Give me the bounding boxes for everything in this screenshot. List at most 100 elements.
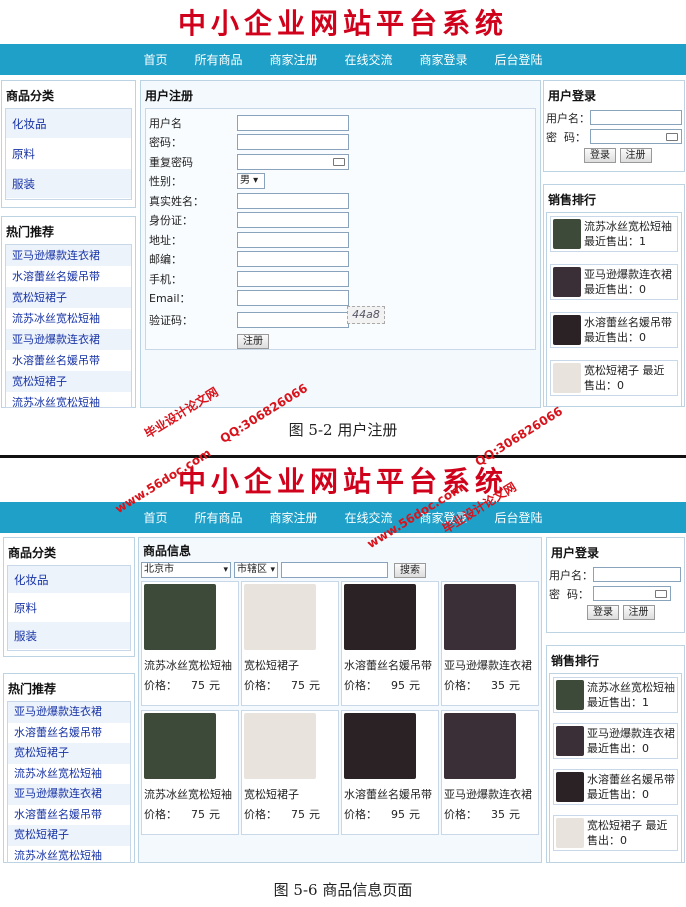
hot-item[interactable]: 水溶蕾丝名媛吊带 [8,723,130,744]
district-select[interactable]: 市辖区 [234,562,278,578]
hot-item[interactable]: 亚马逊爆款连衣裙 [6,329,131,350]
ranking-item[interactable]: 亚马逊爆款连衣裙 最近售出：0 [550,264,678,300]
ranking-item[interactable]: 宽松短裙子 最近售出：0 [553,815,678,851]
nav-merchant-login[interactable]: 商家登录 [420,51,468,68]
search-button[interactable]: 搜索 [394,562,426,578]
category-item[interactable]: 化妆品 [6,109,131,139]
login-password-input[interactable] [593,586,671,601]
hot-item[interactable]: 流苏冰丝宽松短袖 [6,392,131,407]
hot-item[interactable]: 水溶蕾丝名媛吊带 [6,350,131,371]
nav-admin-login[interactable]: 后台登陆 [495,51,543,68]
nav-all-goods[interactable]: 所有商品 [194,509,242,526]
search-bar: 北京市 市辖区 搜索 [139,562,541,581]
hot-item[interactable]: 流苏冰丝宽松短袖 [8,846,130,864]
hot-item[interactable]: 宽松短裙子 [8,825,130,846]
captcha-image[interactable]: 44a8 [347,306,385,324]
category-panel: 商品分类 化妆品 原料 服装 [1,80,136,208]
product-image[interactable] [244,713,316,779]
nav-all-goods[interactable]: 所有商品 [194,51,242,68]
goods-card[interactable]: 宽松短裙子 价格： 75 元 [241,581,339,706]
product-image[interactable] [444,584,516,650]
product-name[interactable]: 水溶蕾丝名媛吊带 [344,786,436,802]
password-input[interactable] [237,134,349,151]
login-register-button[interactable]: 注册 [619,148,652,163]
idcard-input[interactable] [237,212,349,229]
goods-card[interactable]: 亚马逊爆款连衣裙 价格： 35 元 [441,710,539,835]
product-name[interactable]: 流苏冰丝宽松短袖 [144,657,236,673]
nav-merchant-register[interactable]: 商家注册 [269,509,317,526]
product-name[interactable]: 宽松短裙子 [244,786,336,802]
hot-item[interactable]: 流苏冰丝宽松短袖 [8,764,130,785]
product-name[interactable]: 亚马逊爆款连衣裙 [444,657,536,673]
username-input[interactable] [237,114,349,131]
nav-home[interactable]: 首页 [143,51,167,68]
category-item[interactable]: 服装 [8,622,130,650]
nav-online-chat[interactable]: 在线交流 [345,509,393,526]
register-submit-button[interactable]: 注册 [237,333,269,349]
hot-item[interactable]: 亚马逊爆款连衣裙 [8,702,130,723]
product-image[interactable] [144,584,216,650]
ranking-item[interactable]: 宽松短裙子 最近售出：0 [550,360,678,396]
hot-panel: 热门推荐 亚马逊爆款连衣裙 水溶蕾丝名媛吊带 宽松短裙子 流苏冰丝宽松短袖 亚马… [1,216,136,408]
nav-merchant-register[interactable]: 商家注册 [269,51,317,68]
ranking-item[interactable]: 流苏冰丝宽松短袖 最近售出：1 [550,216,678,252]
login-button[interactable]: 登录 [584,148,616,163]
city-select[interactable]: 北京市 [141,562,231,578]
nav-admin-login[interactable]: 后台登陆 [495,509,543,526]
hot-item[interactable]: 亚马逊爆款连衣裙 [8,784,130,805]
ranking-item[interactable]: 水溶蕾丝名媛吊带 最近售出：0 [553,769,678,805]
login-username-input[interactable] [593,567,681,582]
keyboard-icon[interactable] [666,133,678,141]
ranking-item-sold: 最近售出：0 [587,742,649,755]
login-title: 用户登录 [551,546,600,560]
login-register-button[interactable]: 注册 [622,605,655,620]
category-item[interactable]: 原料 [6,139,131,169]
gender-select[interactable]: 男 ▾ [237,173,265,190]
login-password-input[interactable] [590,129,682,144]
product-image[interactable] [244,584,316,650]
category-item[interactable]: 原料 [8,594,130,622]
hot-item[interactable]: 亚马逊爆款连衣裙 [6,245,131,266]
hot-item[interactable]: 水溶蕾丝名媛吊带 [8,805,130,826]
phone-input[interactable] [237,270,349,287]
nav-merchant-login[interactable]: 商家登录 [420,509,468,526]
hot-item[interactable]: 水溶蕾丝名媛吊带 [6,266,131,287]
ranking-item[interactable]: 流苏冰丝宽松短袖 最近售出：1 [553,677,678,713]
goods-card[interactable]: 流苏冰丝宽松短袖 价格： 75 元 [141,581,239,706]
product-name[interactable]: 亚马逊爆款连衣裙 [444,786,536,802]
hot-item[interactable]: 宽松短裙子 [6,371,131,392]
product-image[interactable] [144,713,216,779]
category-item[interactable]: 服装 [6,169,131,199]
keyboard-icon[interactable] [655,590,667,598]
nav-home[interactable]: 首页 [143,509,167,526]
goods-card[interactable]: 宽松短裙子 价格： 75 元 [241,710,339,835]
category-item[interactable]: 化妆品 [8,566,130,594]
postcode-input[interactable] [237,251,349,268]
nav-online-chat[interactable]: 在线交流 [345,51,393,68]
email-input[interactable] [237,290,349,307]
login-button[interactable]: 登录 [587,605,619,620]
confirm-password-input[interactable] [237,153,349,170]
goods-card[interactable]: 水溶蕾丝名媛吊带 价格： 95 元 [341,581,439,706]
captcha-input[interactable] [237,311,349,328]
realname-input[interactable] [237,192,349,209]
product-image[interactable] [444,713,516,779]
price-unit: 元 [309,808,320,821]
goods-card[interactable]: 亚马逊爆款连衣裙 价格： 35 元 [441,581,539,706]
goods-card[interactable]: 流苏冰丝宽松短袖 价格： 75 元 [141,710,239,835]
product-name[interactable]: 流苏冰丝宽松短袖 [144,786,236,802]
hot-item[interactable]: 流苏冰丝宽松短袖 [6,308,131,329]
login-username-input[interactable] [590,110,682,125]
hot-item[interactable]: 宽松短裙子 [8,743,130,764]
ranking-item[interactable]: 亚马逊爆款连衣裙 最近售出：0 [553,723,678,759]
ranking-item[interactable]: 水溶蕾丝名媛吊带 最近售出：0 [550,312,678,348]
product-name[interactable]: 宽松短裙子 [244,657,336,673]
product-name[interactable]: 水溶蕾丝名媛吊带 [344,657,436,673]
product-image[interactable] [344,584,416,650]
goods-card[interactable]: 水溶蕾丝名媛吊带 价格： 95 元 [341,710,439,835]
address-input[interactable] [237,231,349,248]
product-image[interactable] [344,713,416,779]
keyboard-icon[interactable] [333,157,345,166]
hot-item[interactable]: 宽松短裙子 [6,287,131,308]
search-input[interactable] [281,562,388,578]
